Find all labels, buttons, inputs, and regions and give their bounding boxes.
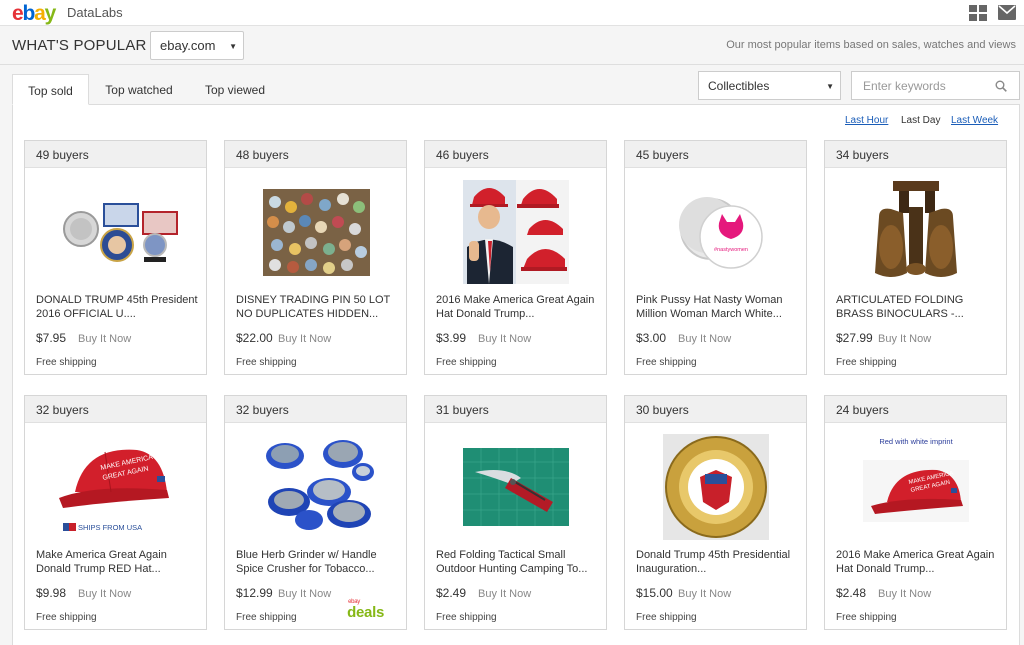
buyers-count: 31 buyers	[425, 396, 606, 423]
buyers-count: 24 buyers	[825, 396, 1006, 423]
chevron-down-icon: ▼	[826, 82, 834, 91]
item-format: Buy It Now	[878, 588, 932, 600]
ebay-logo[interactable]: ebay	[12, 2, 56, 26]
item-price: $3.99	[436, 331, 467, 345]
product-image-trump-hats[interactable]	[445, 177, 588, 287]
item-price: $9.98	[36, 586, 67, 600]
filter-last-hour[interactable]: Last Hour	[845, 115, 888, 126]
item-title[interactable]: ARTICULATED FOLDING BRASS BINOCULARS -..…	[836, 293, 998, 321]
item-card[interactable]: 32 buyers Blue Herb Grinder w/ Handle Sp…	[224, 395, 407, 630]
item-card[interactable]: 34 buyers ARTICULATED FOLDING BRASS BINO…	[824, 140, 1007, 375]
item-title[interactable]: DISNEY TRADING PIN 50 LOT NO DUPLICATES …	[236, 293, 398, 321]
item-card[interactable]: 46 buyers 2016 Make America Great Again …	[424, 140, 607, 375]
item-format: Buy It Now	[278, 333, 332, 345]
buyers-count: 32 buyers	[25, 396, 206, 423]
product-image-brass-binoculars[interactable]	[845, 177, 988, 287]
item-card[interactable]: 49 buyers DONALD TRUMP 45th President 20…	[24, 140, 207, 375]
item-shipping: Free shipping	[636, 612, 697, 623]
buyers-count: 34 buyers	[825, 141, 1006, 168]
buyers-count: 45 buyers	[625, 141, 806, 168]
site-select[interactable]: ebay.com ▼	[150, 31, 244, 60]
item-card[interactable]: 48 buyers DISNEY TRADING PIN 50 LOT NO D…	[224, 140, 407, 375]
tab-top-sold[interactable]: Top sold	[12, 74, 89, 105]
item-card[interactable]: 30 buyers Donald Trump 45th Presidential…	[624, 395, 807, 630]
grid-apps-icon[interactable]	[969, 5, 987, 21]
buyers-count: 46 buyers	[425, 141, 606, 168]
item-card[interactable]: 45 buyers #nastywomen Pink Pussy Hat Nas…	[624, 140, 807, 375]
buyers-count: 48 buyers	[225, 141, 406, 168]
item-price: $2.49	[436, 586, 467, 600]
item-shipping: Free shipping	[436, 612, 497, 623]
ebay-deals-badge: ebay deals	[347, 599, 384, 621]
filter-last-day[interactable]: Last Day	[901, 115, 940, 126]
item-price: $7.95	[36, 331, 67, 345]
product-image-folding-knife[interactable]	[445, 432, 588, 542]
item-price: $15.00	[636, 586, 673, 600]
product-name: DataLabs	[67, 5, 123, 20]
item-price: $22.00	[236, 331, 273, 345]
item-price: $2.48	[836, 586, 867, 600]
item-shipping: Free shipping	[236, 357, 297, 368]
search-box	[851, 71, 1020, 100]
tab-top-watched[interactable]: Top watched	[91, 74, 187, 105]
svg-text:#nastywomen: #nastywomen	[714, 247, 748, 253]
product-image-red-hat-white[interactable]: Red with white imprint MAKE AMERICA GREA…	[845, 432, 988, 542]
buyers-count: 30 buyers	[625, 396, 806, 423]
search-icon[interactable]	[995, 80, 1007, 92]
item-shipping: Free shipping	[36, 357, 97, 368]
mail-icon[interactable]	[998, 5, 1016, 20]
item-shipping: Free shipping	[436, 357, 497, 368]
product-image-trump-coins[interactable]	[45, 177, 188, 287]
svg-text:Red with white imprint: Red with white imprint	[879, 437, 953, 446]
item-format: Buy It Now	[678, 333, 732, 345]
item-format: Buy It Now	[678, 588, 732, 600]
product-image-herb-grinder[interactable]	[245, 432, 388, 542]
buyers-count: 49 buyers	[25, 141, 206, 168]
header-bar: WHAT'S POPULAR ebay.com ▼ Our most popul…	[0, 27, 1024, 65]
page-title: WHAT'S POPULAR	[12, 37, 147, 54]
item-shipping: Free shipping	[636, 357, 697, 368]
item-format: Buy It Now	[78, 588, 132, 600]
item-card[interactable]: 32 buyers MAKE AMERICA GREAT AGAIN SHIPS…	[24, 395, 207, 630]
item-title[interactable]: 2016 Make America Great Again Hat Donald…	[836, 548, 998, 576]
item-title[interactable]: Red Folding Tactical Small Outdoor Hunti…	[436, 548, 598, 576]
page-subtitle: Our most popular items based on sales, w…	[726, 39, 1016, 51]
item-shipping: Free shipping	[36, 612, 97, 623]
item-card[interactable]: 24 buyers Red with white imprint MAKE AM…	[824, 395, 1007, 630]
item-shipping: Free shipping	[836, 357, 897, 368]
svg-text:SHIPS FROM USA: SHIPS FROM USA	[78, 523, 142, 532]
item-format: Buy It Now	[478, 588, 532, 600]
item-shipping: Free shipping	[836, 612, 897, 623]
category-select[interactable]: Collectibles ▼	[698, 71, 841, 100]
item-title[interactable]: 2016 Make America Great Again Hat Donald…	[436, 293, 598, 321]
buyers-count: 32 buyers	[225, 396, 406, 423]
item-title[interactable]: Pink Pussy Hat Nasty Woman Million Woman…	[636, 293, 798, 321]
item-card[interactable]: 31 buyers Red Folding Tactical Small Out…	[424, 395, 607, 630]
chevron-down-icon: ▼	[229, 42, 237, 51]
item-title[interactable]: DONALD TRUMP 45th President 2016 OFFICIA…	[36, 293, 198, 321]
product-image-disney-pins[interactable]	[245, 177, 388, 287]
item-title[interactable]: Make America Great Again Donald Trump RE…	[36, 548, 198, 576]
item-shipping: Free shipping	[236, 612, 297, 623]
tab-top-viewed[interactable]: Top viewed	[187, 74, 283, 105]
product-image-red-hat[interactable]: MAKE AMERICA GREAT AGAIN SHIPS FROM USA	[45, 432, 188, 542]
item-format: Buy It Now	[278, 588, 332, 600]
item-price: $12.99	[236, 586, 273, 600]
item-format: Buy It Now	[878, 333, 932, 345]
product-image-pin-button[interactable]: #nastywomen	[645, 177, 788, 287]
search-input[interactable]	[852, 72, 992, 99]
item-title[interactable]: Donald Trump 45th Presidential Inaugurat…	[636, 548, 798, 576]
item-title[interactable]: Blue Herb Grinder w/ Handle Spice Crushe…	[236, 548, 398, 576]
top-bar: ebay DataLabs	[0, 0, 1024, 26]
item-price: $3.00	[636, 331, 667, 345]
item-format: Buy It Now	[78, 333, 132, 345]
product-image-inauguration-coin[interactable]	[645, 432, 788, 542]
filter-last-week[interactable]: Last Week	[951, 115, 998, 126]
item-format: Buy It Now	[478, 333, 532, 345]
item-price: $27.99	[836, 331, 873, 345]
